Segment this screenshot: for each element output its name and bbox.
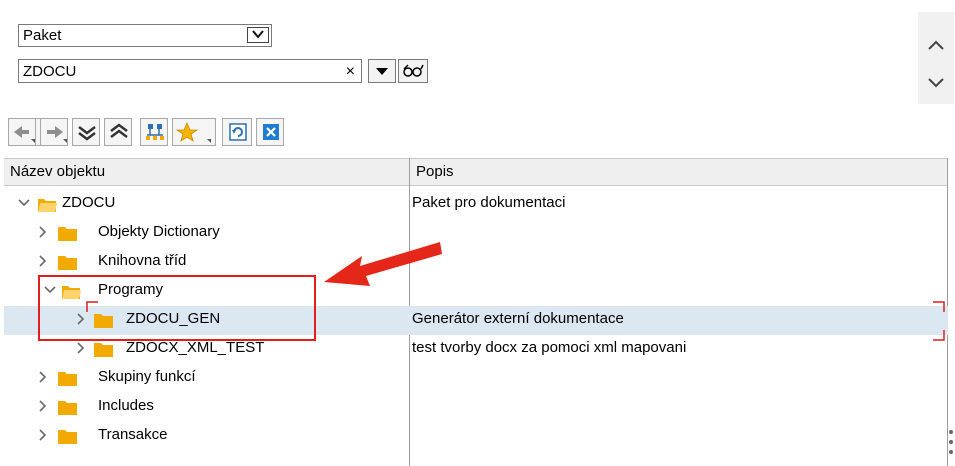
glasses-icon [403,64,424,77]
chevron-right-icon[interactable] [38,371,48,383]
folder-icon [58,227,77,241]
forward-icon [47,126,67,143]
collapse-all-icon [78,126,96,141]
refresh-icon [229,123,247,141]
tree-row-objekty-dictionary[interactable]: Objekty Dictionary [4,219,948,248]
folder-open-icon [38,199,57,212]
tree-node-label: ZDOCU [62,194,116,211]
tree-node-label: Skupiny funkcí [98,368,196,385]
object-type-select[interactable]: Paket [18,24,272,47]
tree-node-label: Includes [98,397,154,414]
selection-corner-marks [86,301,945,341]
tree-row-zdocu[interactable]: ZDOCU Paket pro dokumentaci [4,190,948,219]
selector-scrollbar[interactable] [918,12,954,104]
tree-row-skupiny-funkci[interactable]: Skupiny funkcí [4,364,948,393]
tree-header: Název objektu Popis [4,158,948,186]
hierarchy-icon [146,124,164,140]
refresh-button[interactable] [222,118,252,146]
favorites-icon [175,121,211,143]
tree-node-desc: Paket pro dokumentaci [412,194,566,211]
chevron-right-icon[interactable] [38,429,48,441]
folder-icon [58,430,77,444]
forward-button[interactable] [40,118,68,146]
hierarchy-button[interactable] [140,118,168,146]
favorites-button[interactable] [172,118,216,146]
tree-node-label: Transakce [98,426,168,443]
tree-node-label: Objekty Dictionary [98,223,220,240]
resize-grip-icon[interactable] [948,428,954,458]
object-type-value: Paket [23,27,62,44]
chevron-right-icon[interactable] [38,226,48,238]
object-name-input[interactable]: ZDOCU × [18,59,362,83]
tree-row-includes[interactable]: Includes [4,393,948,422]
folder-icon [94,343,113,357]
collapse-all-button[interactable] [72,118,100,146]
close-icon [263,124,279,140]
folder-icon [58,401,77,415]
dropdown-arrow-icon [376,68,388,75]
column-header-name[interactable]: Název objektu [10,163,105,180]
tree-node-label: Knihovna tříd [98,252,187,269]
folder-icon [58,372,77,386]
back-icon [14,126,35,143]
column-header-desc[interactable]: Popis [416,163,454,180]
clear-icon[interactable]: × [346,63,355,81]
dropdown-arrow-button[interactable] [368,59,396,83]
folder-icon [58,256,77,270]
chevron-down-icon[interactable] [247,27,269,43]
chevron-right-icon[interactable] [38,400,48,412]
chevron-right-icon[interactable] [38,255,48,267]
chevron-right-icon[interactable] [76,342,86,354]
tree-row-transakce[interactable]: Transakce [4,422,948,451]
back-button[interactable] [8,118,36,146]
chevron-up-icon[interactable] [926,38,946,52]
object-name-value: ZDOCU [23,63,77,80]
expand-all-icon [110,123,128,138]
tree-row-knihovna-trid[interactable]: Knihovna tříd [4,248,948,277]
arrow-annotation-icon [324,242,442,286]
expand-all-button[interactable] [104,118,132,146]
chevron-down-icon[interactable] [926,76,946,90]
display-button[interactable] [398,59,428,83]
close-button[interactable] [256,118,284,146]
chevron-down-icon[interactable] [18,198,30,208]
